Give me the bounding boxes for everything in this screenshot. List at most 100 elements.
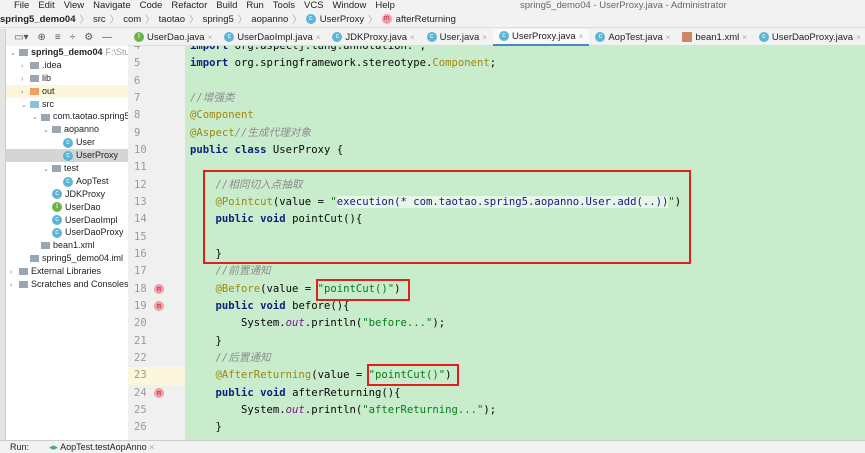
tree-item[interactable]: › lib xyxy=(6,72,128,85)
tree-item[interactable]: ⌄ aopanno xyxy=(6,123,128,136)
tree-item[interactable]: › out xyxy=(6,84,128,98)
code-token: } xyxy=(190,421,222,434)
code-token: ) xyxy=(674,195,682,208)
breadcrumb-item[interactable]: aopanno xyxy=(251,14,288,25)
hide-icon[interactable]: — xyxy=(102,32,112,43)
lib-icon xyxy=(19,268,28,276)
override-method-icon[interactable]: m xyxy=(154,387,164,398)
tab-userproxy-java[interactable]: c UserProxy.java × xyxy=(492,28,590,46)
menu-refactor[interactable]: Refactor xyxy=(171,0,207,11)
chevron-icon[interactable]: › xyxy=(10,280,19,293)
breadcrumb-item[interactable]: src xyxy=(93,14,106,25)
breadcrumb-item[interactable]: afterReturning xyxy=(396,14,456,25)
tree-item[interactable]: › .idea xyxy=(6,59,128,72)
menu-build[interactable]: Build xyxy=(216,0,237,11)
close-tab-icon[interactable]: × xyxy=(316,33,321,42)
tree-item[interactable]: bean1.xml xyxy=(6,239,128,252)
tab-user-java[interactable]: c User.java × xyxy=(421,29,493,46)
line-number: 22 xyxy=(134,351,147,364)
menu-file[interactable]: File xyxy=(14,0,29,11)
menu-run[interactable]: Run xyxy=(246,0,263,11)
tree-item[interactable]: c User xyxy=(6,136,128,149)
tab-jdkproxy-java[interactable]: c JDKProxy.java × xyxy=(326,29,420,46)
run-config-tab[interactable]: ◂▸ AopTest.testAopAnno × xyxy=(49,441,154,453)
close-icon[interactable]: × xyxy=(149,442,154,452)
tree-item[interactable]: spring5_demo04.iml xyxy=(6,252,128,265)
code-token: public void xyxy=(215,299,286,312)
tree-item[interactable]: I UserDao xyxy=(6,201,128,214)
tree-item[interactable]: c JDKProxy xyxy=(6,188,128,201)
gear-icon[interactable]: ⚙ xyxy=(84,32,93,43)
tree-item-label: com.taotao.spring5 xyxy=(53,111,128,122)
close-tab-icon[interactable]: × xyxy=(666,33,671,42)
scratch-icon xyxy=(19,281,28,289)
code-token: ; xyxy=(489,57,497,70)
close-tab-icon[interactable]: × xyxy=(579,32,584,41)
breadcrumb-item[interactable]: com xyxy=(123,14,141,25)
tab-userdaoproxy-java[interactable]: c UserDaoProxy.java × xyxy=(753,29,865,46)
collapse-all-icon[interactable]: ÷ xyxy=(70,32,76,43)
class-icon: c xyxy=(305,14,316,24)
code-token: System. xyxy=(190,317,286,330)
close-tab-icon[interactable]: × xyxy=(742,33,747,42)
package-icon xyxy=(52,165,61,173)
menu-code[interactable]: Code xyxy=(140,0,163,11)
code-token: afterReturning(){ xyxy=(285,386,401,399)
close-tab-icon[interactable]: × xyxy=(410,33,415,42)
tab-userdao-java[interactable]: I UserDao.java × xyxy=(128,29,218,46)
tree-item-label: AopTest xyxy=(76,175,109,186)
folder-icon xyxy=(30,74,39,82)
menu-vcs[interactable]: VCS xyxy=(304,0,324,11)
code-token: } xyxy=(190,334,222,347)
tab-userdaoimpl-java[interactable]: c UserDaoImpl.java × xyxy=(218,29,326,46)
xml-icon xyxy=(682,32,693,42)
breadcrumb-separator-icon: 〉 xyxy=(368,15,378,26)
code-token: import xyxy=(190,46,229,52)
menu-help[interactable]: Help xyxy=(375,0,395,11)
line-number: 24 m xyxy=(128,385,185,402)
tree-item[interactable]: c UserDaoImpl xyxy=(6,214,128,227)
class-icon: c xyxy=(63,176,73,187)
breadcrumb-item[interactable]: UserProxy xyxy=(320,14,364,25)
breadcrumb-item[interactable]: taotao xyxy=(159,14,185,25)
code-token: //增强类 xyxy=(190,91,235,104)
code-line: //后置通知 xyxy=(185,350,865,367)
menu-window[interactable]: Window xyxy=(333,0,367,11)
tree-item[interactable]: c UserProxy xyxy=(6,149,128,163)
line-number: 18 m xyxy=(128,281,185,298)
close-tab-icon[interactable]: × xyxy=(482,33,487,42)
tree-item[interactable]: › External Libraries xyxy=(6,265,128,278)
tree-item[interactable]: c AopTest xyxy=(6,175,128,188)
menu-view[interactable]: View xyxy=(64,0,84,11)
close-tab-icon[interactable]: × xyxy=(208,33,213,42)
code-token: public void xyxy=(215,213,286,226)
breadcrumb-item[interactable]: spring5_demo04 xyxy=(0,14,76,25)
code-token: out xyxy=(285,403,305,416)
tab-aoptest-java[interactable]: c AopTest.java × xyxy=(589,29,676,46)
close-tab-icon[interactable]: × xyxy=(856,33,861,42)
tree-item[interactable]: c UserDaoProxy xyxy=(6,226,128,239)
code-editor[interactable]: import org.aspectj.lang.annotation.*; impo… xyxy=(185,46,865,440)
locate-icon[interactable]: ⊕ xyxy=(37,32,45,43)
breadcrumb-item[interactable]: spring5 xyxy=(203,14,234,25)
menu-navigate[interactable]: Navigate xyxy=(93,0,131,11)
tree-item[interactable]: ⌄ test xyxy=(6,162,128,175)
tree-item[interactable]: › Scratches and Consoles xyxy=(6,278,128,291)
tree-item[interactable]: ⌄ src xyxy=(6,98,128,111)
tree-item-label: UserDaoProxy xyxy=(65,227,124,238)
menu-tools[interactable]: Tools xyxy=(273,0,295,11)
menu-edit[interactable]: Edit xyxy=(38,0,54,11)
tree-item[interactable]: ⌄ com.taotao.spring5 xyxy=(6,110,128,123)
expand-all-icon[interactable]: ≡ xyxy=(55,32,61,43)
override-method-icon[interactable]: m xyxy=(154,300,164,311)
code-line: @Component xyxy=(185,107,865,124)
code-token: (value = xyxy=(260,282,318,295)
tab-bean1-xml[interactable]: bean1.xml × xyxy=(676,29,753,46)
code-line: //相同切入点抽取 xyxy=(185,177,865,194)
override-method-icon[interactable]: m xyxy=(154,283,164,294)
tree-item[interactable]: ⌄spring5_demo04F:\StudyP xyxy=(6,46,128,59)
view-selector-icon[interactable]: ▭▾ xyxy=(14,32,28,43)
